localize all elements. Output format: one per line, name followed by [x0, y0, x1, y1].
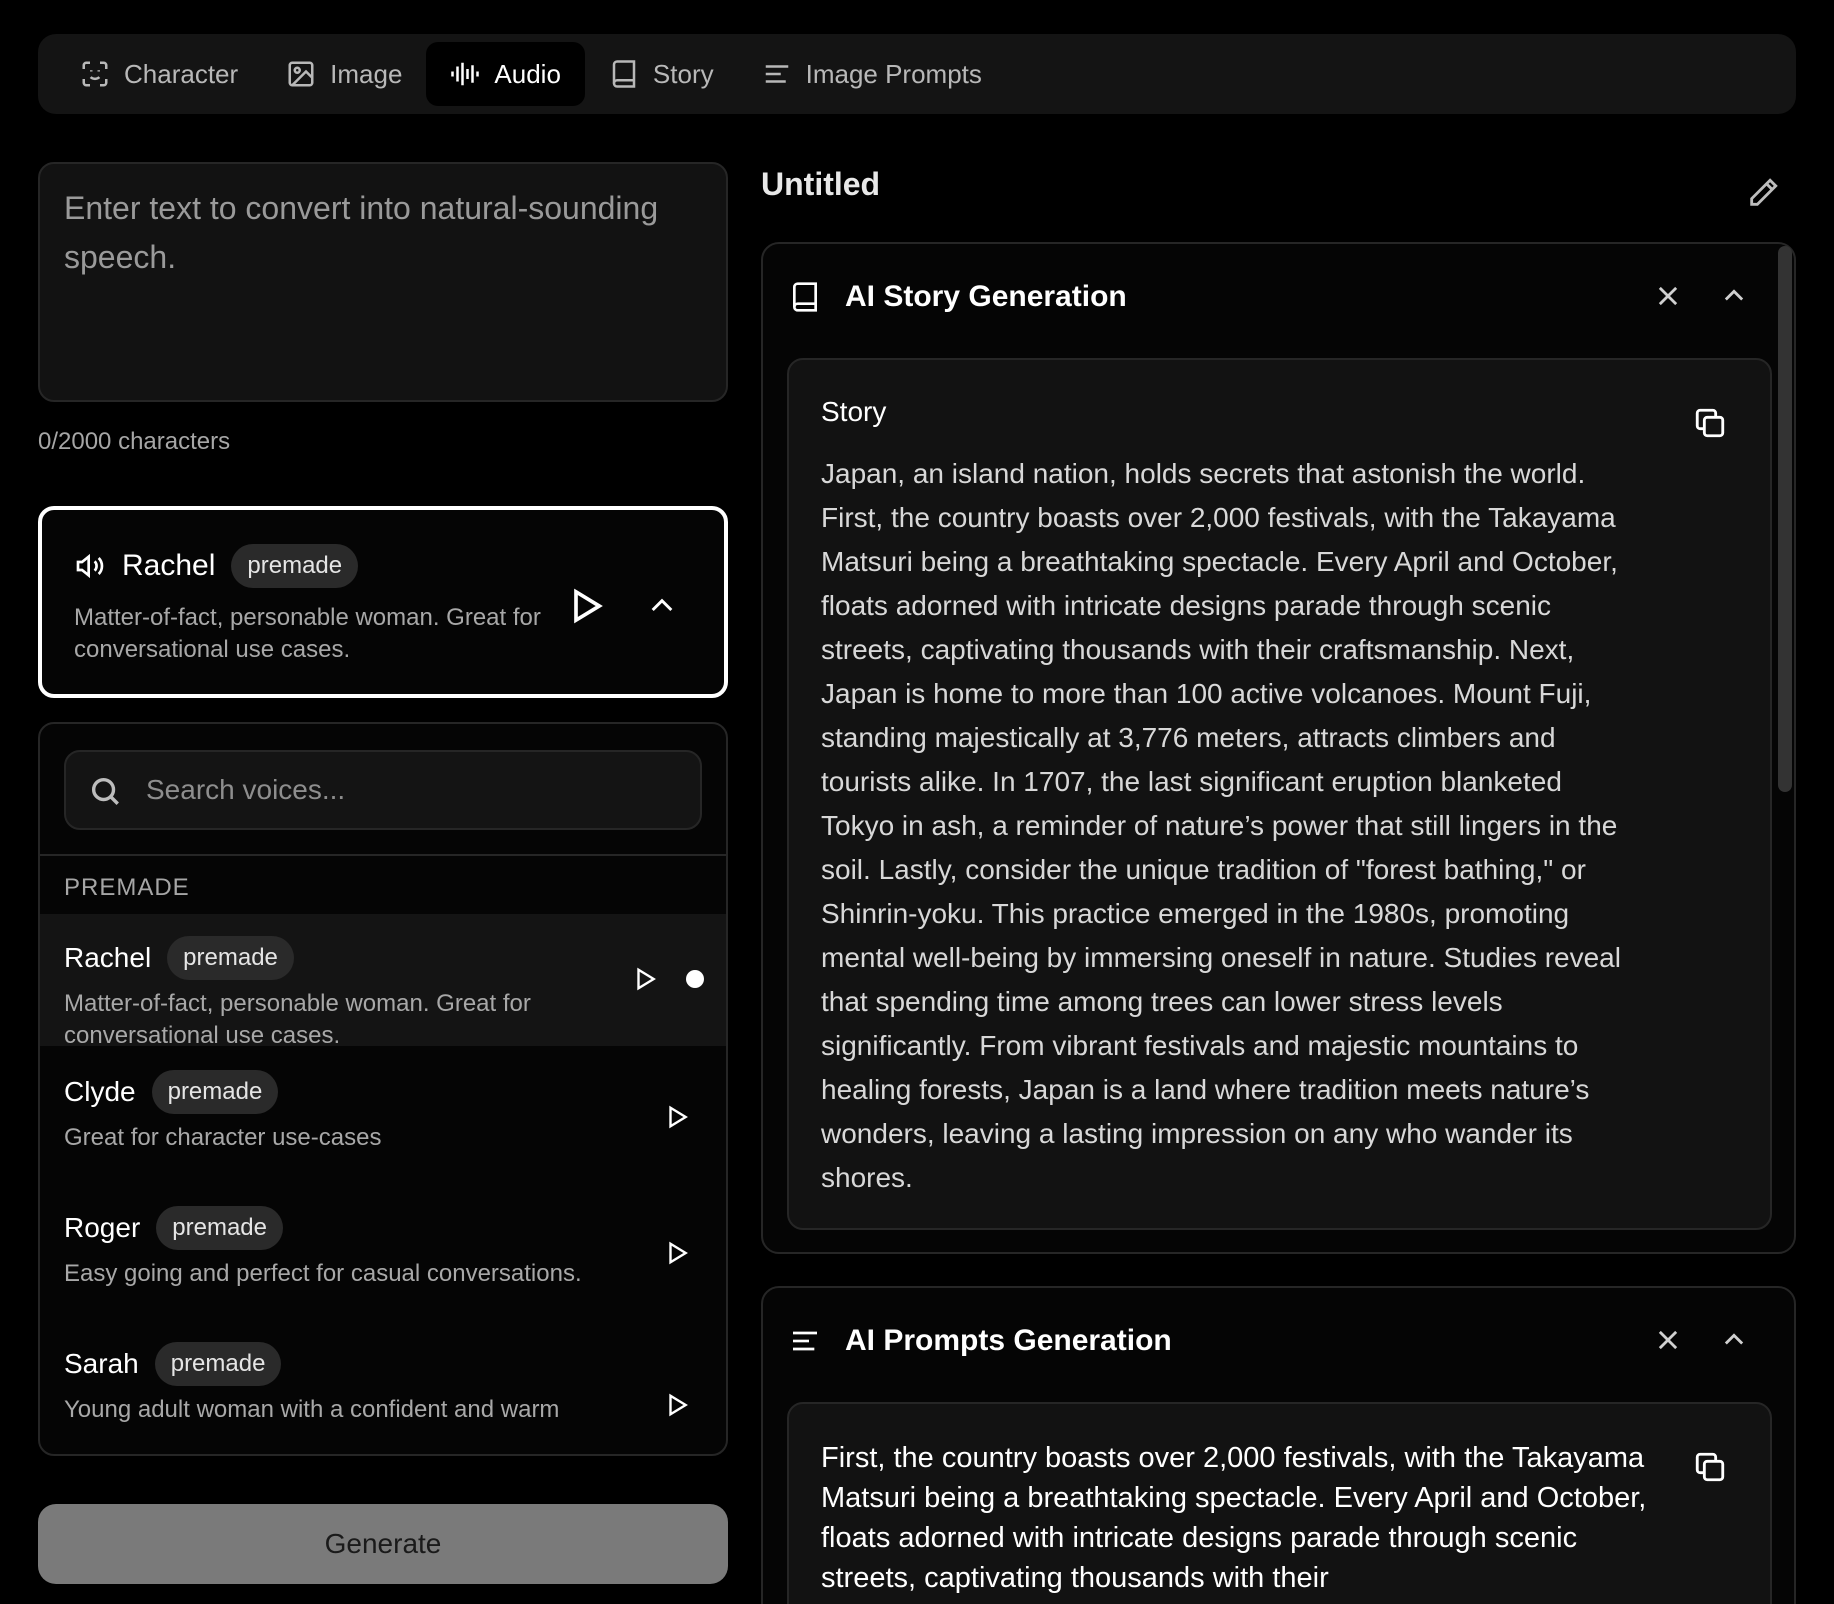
- edit-title-button[interactable]: [1746, 176, 1780, 210]
- selected-voice-badge: premade: [231, 544, 359, 588]
- tab-label: Story: [652, 58, 714, 89]
- play-icon: [637, 967, 656, 991]
- audio-waveform-icon: [451, 62, 480, 86]
- close-panel-button[interactable]: [1654, 1326, 1682, 1354]
- tab-label: Character: [124, 58, 239, 89]
- voice-description: Young adult woman with a confident and w…: [64, 1396, 560, 1423]
- speaker-icon: [76, 553, 104, 579]
- prompts-generation-panel: AI Prompts Generation First, the country…: [761, 1286, 1796, 1604]
- voice-name: Rachel: [64, 942, 152, 973]
- voice-description: Matter-of-fact, personable woman. Great …: [64, 990, 531, 1049]
- tab-story[interactable]: Story: [585, 42, 738, 106]
- voice-play-button[interactable]: [664, 1104, 690, 1130]
- tab-label: Image Prompts: [805, 58, 982, 89]
- divider: [40, 854, 726, 856]
- selected-voice-collapse-button[interactable]: [646, 590, 678, 622]
- voice-description: Easy going and perfect for casual conver…: [64, 1260, 582, 1287]
- panel-scrollbar[interactable]: [1778, 246, 1792, 792]
- voice-item-header: Roger premade: [64, 1206, 283, 1250]
- voice-badge: premade: [167, 936, 294, 980]
- voice-name: Sarah: [64, 1348, 139, 1379]
- search-icon: [91, 777, 119, 805]
- collapse-panel-button[interactable]: [1720, 282, 1748, 310]
- selected-voice-description: Matter-of-fact, personable woman. Great …: [74, 604, 541, 663]
- voice-item-sarah[interactable]: Sarah premade Young adult woman with a c…: [40, 1318, 726, 1454]
- tab-audio[interactable]: Audio: [426, 42, 585, 106]
- top-tab-bar: Character Image Audio Story Image Prompt…: [38, 34, 1796, 114]
- prompt-card: First, the country boasts over 2,000 fes…: [787, 1402, 1772, 1604]
- section-label: PREMADE: [64, 874, 190, 901]
- story-label: Story: [821, 396, 887, 427]
- chevron-up-icon: [1724, 289, 1744, 301]
- voice-item-rachel[interactable]: Rachel premade Matter-of-fact, personabl…: [40, 914, 726, 1049]
- voice-play-button[interactable]: [664, 1240, 690, 1266]
- close-icon: [1658, 1330, 1678, 1350]
- story-text: Japan, an island nation, holds secrets t…: [821, 458, 1621, 1193]
- voice-item-header: Rachel premade: [64, 936, 294, 980]
- book-icon: [612, 60, 636, 88]
- selected-radio-dot[interactable]: [686, 970, 704, 988]
- play-icon: [669, 1241, 688, 1265]
- pencil-icon: [1750, 178, 1778, 206]
- play-icon: [669, 1105, 688, 1129]
- close-icon: [1658, 286, 1678, 306]
- voice-search-input[interactable]: [146, 752, 686, 828]
- tab-label: Audio: [494, 58, 561, 89]
- panel-header: AI Story Generation: [789, 280, 1127, 314]
- copy-prompt-button[interactable]: [1693, 1450, 1727, 1484]
- lines-icon: [793, 1331, 817, 1351]
- chevron-up-icon: [651, 598, 673, 612]
- speech-text-input[interactable]: [38, 162, 728, 402]
- selected-voice-name: Rachel: [122, 549, 216, 582]
- voice-item-clyde[interactable]: Clyde premade Great for character use-ca…: [40, 1046, 726, 1182]
- selected-voice-card[interactable]: Rachel premade Matter-of-fact, personabl…: [38, 506, 728, 698]
- voice-item-header: Clyde premade: [64, 1070, 279, 1114]
- character-count: 0/2000 characters: [38, 428, 231, 455]
- voice-list-panel: PREMADE Rachel premade Matter-of-fact, p…: [38, 722, 728, 1456]
- voice-name: Roger: [64, 1212, 141, 1243]
- tab-character[interactable]: Character: [56, 42, 262, 106]
- copy-icon: [1695, 408, 1725, 438]
- panel-header: AI Prompts Generation: [789, 1324, 1172, 1358]
- voice-item-header: Sarah premade: [64, 1342, 282, 1386]
- book-icon: [793, 282, 817, 312]
- copy-icon: [1695, 1452, 1725, 1482]
- voice-badge: premade: [154, 1342, 282, 1386]
- tab-label: Image: [330, 58, 403, 89]
- image-icon: [288, 61, 314, 87]
- voice-badge: premade: [156, 1206, 283, 1250]
- prompt-text: First, the country boasts over 2,000 fes…: [821, 1442, 1647, 1594]
- tab-image[interactable]: Image: [262, 42, 426, 106]
- selected-voice-play-button[interactable]: [566, 586, 606, 626]
- chevron-up-icon: [1724, 1333, 1744, 1345]
- close-panel-button[interactable]: [1654, 282, 1682, 310]
- voice-play-button[interactable]: [632, 966, 658, 992]
- voice-name: Clyde: [64, 1076, 136, 1107]
- voice-play-button[interactable]: [664, 1392, 690, 1418]
- selected-voice-header: Rachel premade: [74, 544, 359, 588]
- collapse-panel-button[interactable]: [1720, 1326, 1748, 1354]
- play-icon: [574, 588, 603, 624]
- story-generation-panel: AI Story Generation Story Japan, an isla…: [761, 242, 1796, 1254]
- copy-story-button[interactable]: [1693, 406, 1727, 440]
- voice-description: Great for character use-cases: [64, 1124, 382, 1151]
- panel-title: AI Prompts Generation: [845, 1324, 1172, 1357]
- voice-item-roger[interactable]: Roger premade Easy going and perfect for…: [40, 1182, 726, 1318]
- lines-icon: [765, 65, 788, 83]
- face-scan-icon: [82, 61, 108, 87]
- voice-badge: premade: [151, 1070, 279, 1114]
- document-title[interactable]: Untitled: [761, 166, 880, 203]
- play-icon: [669, 1393, 688, 1417]
- generate-button[interactable]: Generate: [38, 1504, 728, 1584]
- panel-title: AI Story Generation: [845, 280, 1127, 313]
- tab-image-prompts[interactable]: Image Prompts: [738, 42, 1006, 106]
- voice-search-box: [64, 750, 702, 830]
- story-card: Story Japan, an island nation, holds sec…: [787, 358, 1772, 1230]
